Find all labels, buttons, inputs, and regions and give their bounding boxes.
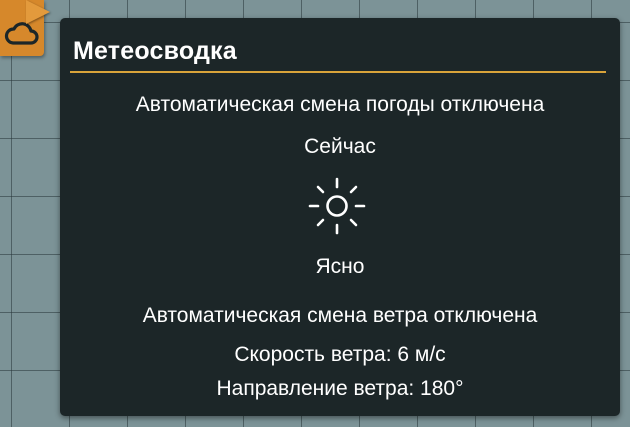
sun-icon	[307, 176, 367, 236]
current-weather-label: Сейчас	[304, 135, 376, 158]
panel-title: Метеосводка	[73, 37, 237, 65]
weather-auto-change-status: Автоматическая смена погоды отключена	[135, 93, 545, 116]
weather-condition: Ясно	[315, 255, 365, 278]
weather-report-panel: Метеосводка Автоматическая смена погоды …	[60, 18, 620, 416]
title-divider	[70, 71, 606, 73]
cloud-icon	[4, 20, 40, 53]
wind-auto-change-status: Автоматическая смена ветра отключена	[142, 304, 538, 327]
menu-pointer-icon	[26, 0, 50, 24]
wind-speed: Скорость ветра: 6 м/с	[234, 343, 446, 366]
wind-direction: Направление ветра: 180°	[216, 377, 464, 400]
